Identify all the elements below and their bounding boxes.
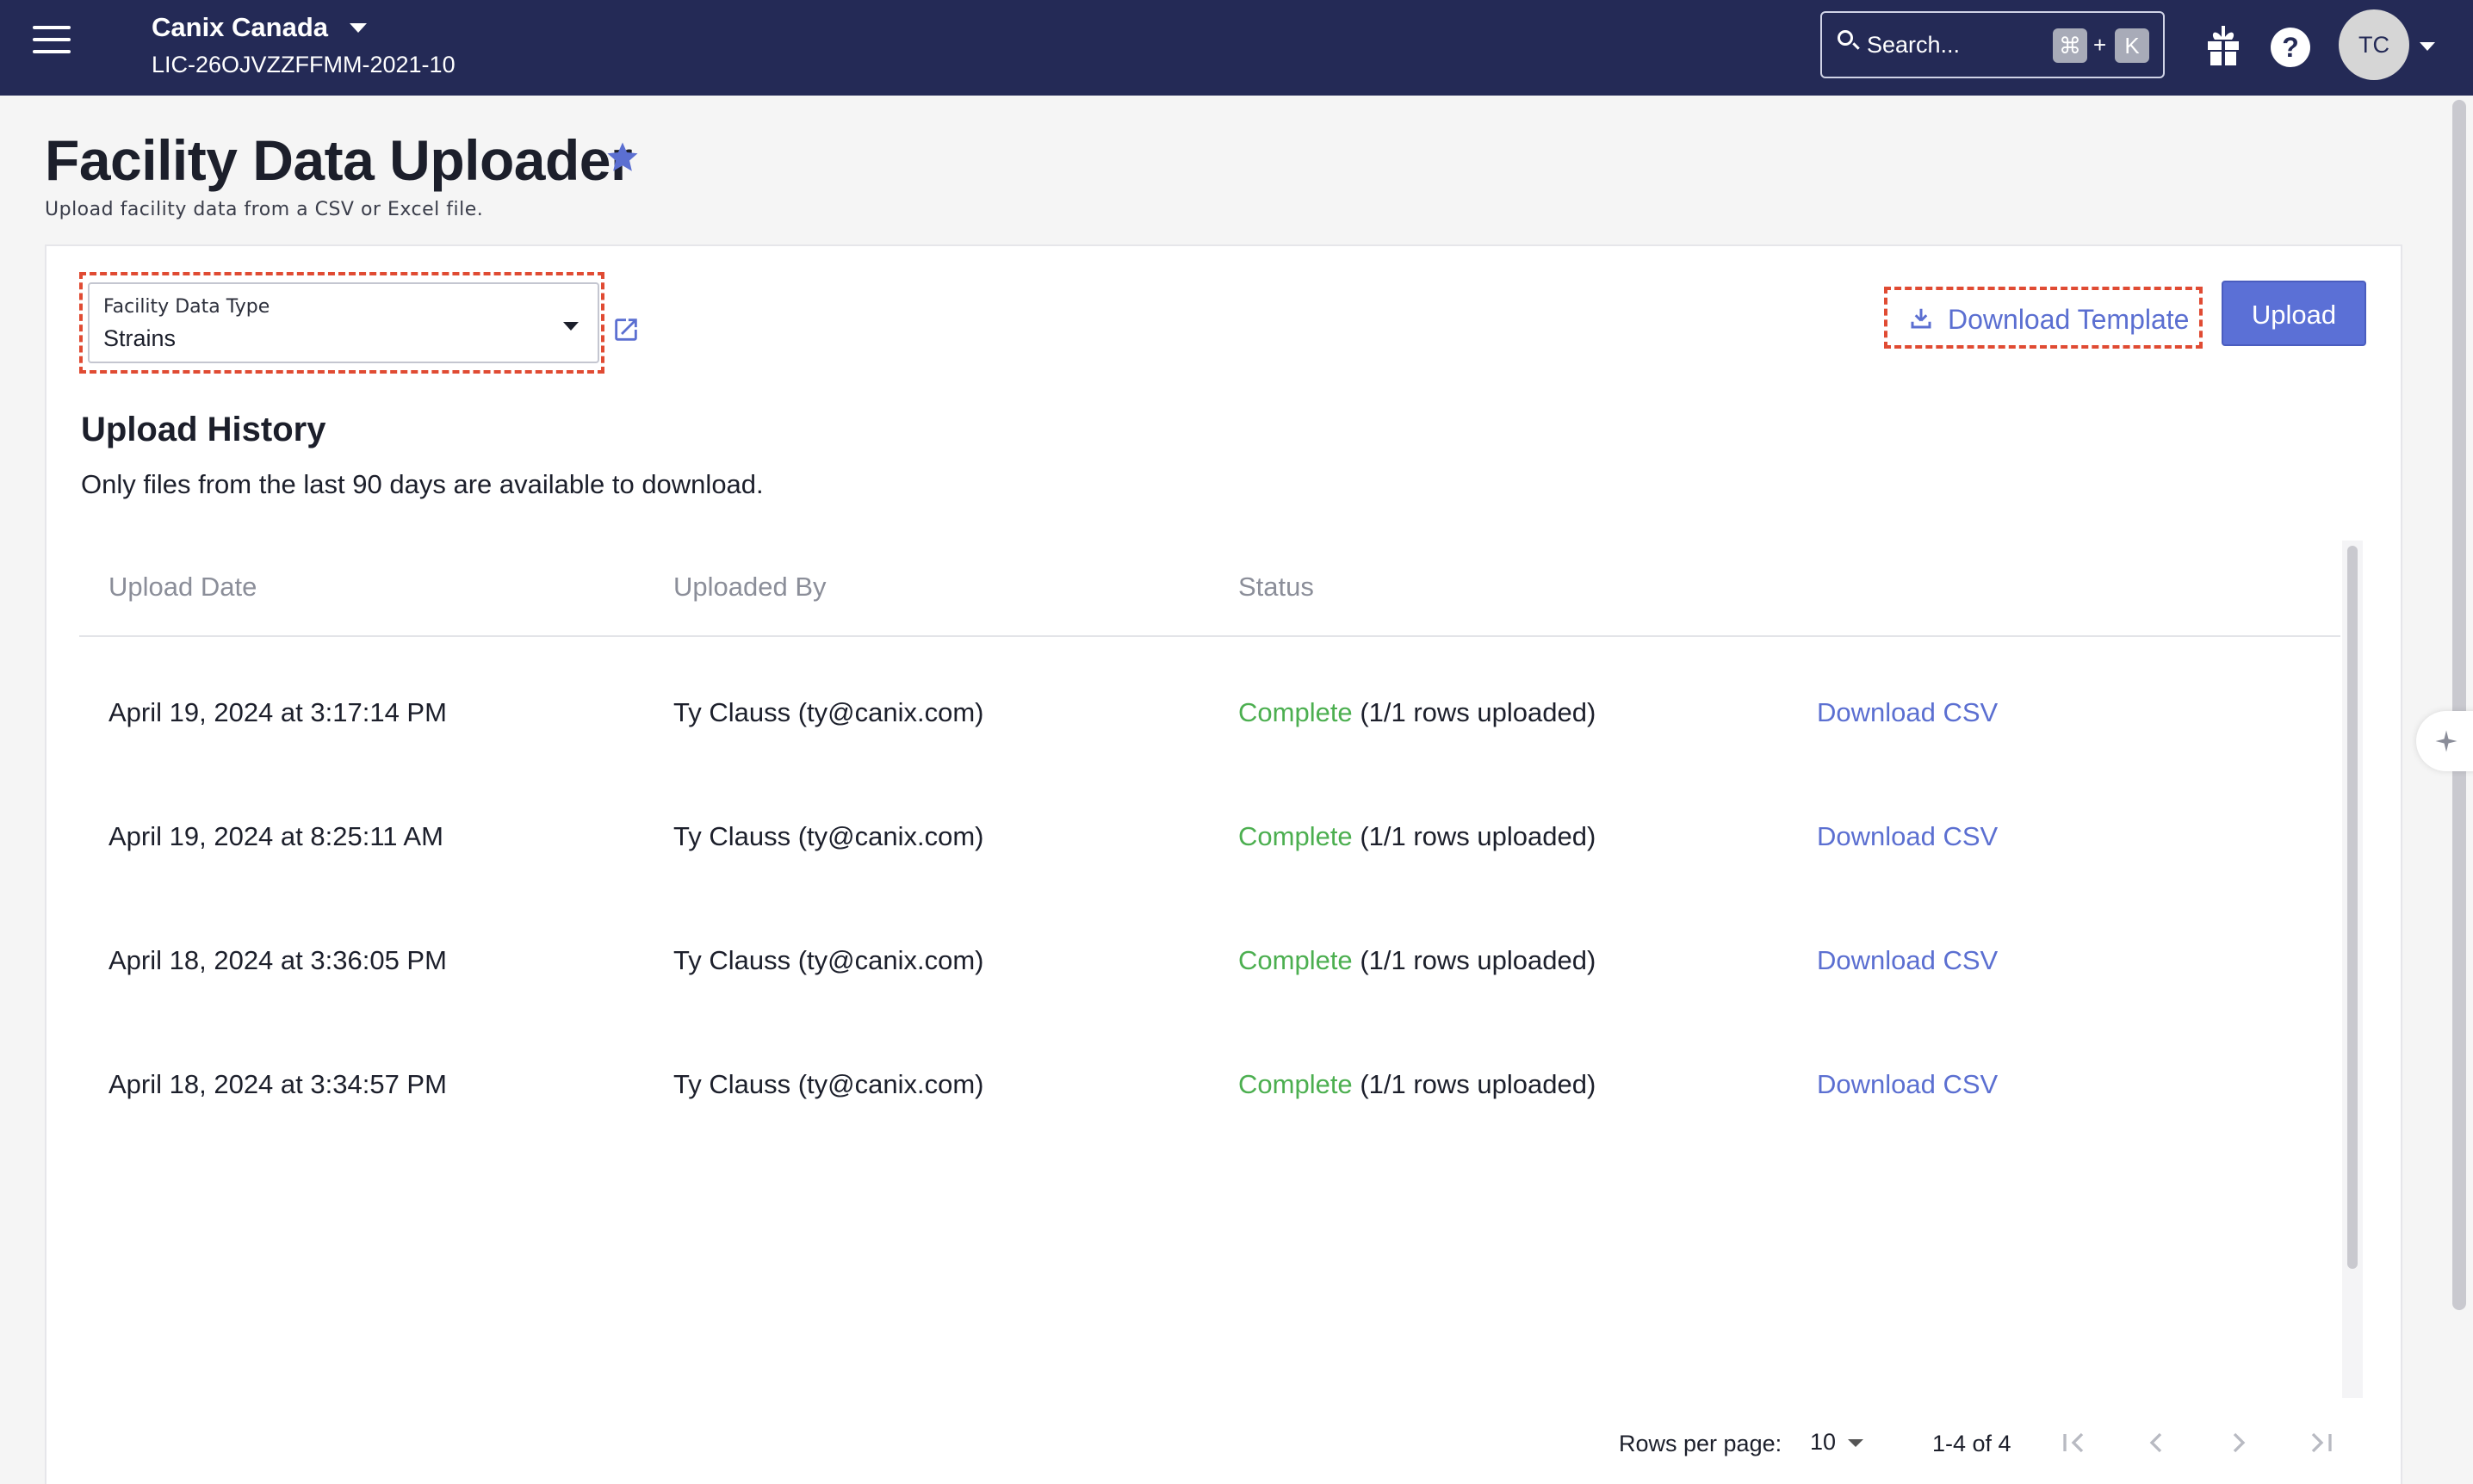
download-csv-link[interactable]: Download CSV: [1817, 945, 1998, 976]
status-badge: Complete: [1238, 697, 1353, 727]
uploaded-by-cell: Ty Clauss (ty@canix.com): [673, 697, 984, 727]
status-detail: (1/1 rows uploaded): [1360, 945, 1596, 975]
account-dropdown-icon[interactable]: [2420, 42, 2435, 51]
top-navigation-bar: Canix Canada LIC-26OJVZZFFMM-2021-10 Sea…: [0, 0, 2473, 96]
uploaded-by-cell: Ty Clauss (ty@canix.com): [673, 945, 984, 975]
upload-history-title: Upload History: [81, 411, 326, 448]
first-page-icon[interactable]: [2056, 1425, 2091, 1460]
download-csv-link[interactable]: Download CSV: [1817, 821, 1998, 852]
status-cell: Complete (1/1 rows uploaded): [1238, 945, 1596, 976]
next-page-icon[interactable]: [2222, 1425, 2256, 1460]
upload-history-note: Only files from the last 90 days are ava…: [81, 469, 764, 499]
status-cell: Complete (1/1 rows uploaded): [1238, 821, 1596, 852]
chevron-down-icon: [563, 322, 579, 331]
status-detail: (1/1 rows uploaded): [1360, 821, 1596, 851]
upload-date-cell: April 19, 2024 at 3:17:14 PM: [108, 697, 447, 727]
page-subtitle: Upload facility data from a CSV or Excel…: [45, 199, 484, 220]
organization-dropdown-icon[interactable]: [350, 23, 367, 33]
menu-icon[interactable]: [33, 26, 71, 57]
download-template-label: Download Template: [1948, 304, 2190, 335]
gift-icon[interactable]: [2204, 24, 2242, 67]
sparkle-icon: [2435, 730, 2458, 752]
search-input[interactable]: Search... ⌘ + K: [1820, 11, 2165, 78]
table-row: April 19, 2024 at 3:17:14 PM Ty Clauss (…: [79, 671, 2340, 795]
rows-per-page-value: 10: [1810, 1429, 1837, 1455]
column-header-upload-date[interactable]: Upload Date: [108, 572, 257, 603]
page-scrollbar[interactable]: [2452, 100, 2466, 1310]
upload-date-cell: April 19, 2024 at 8:25:11 AM: [108, 821, 443, 851]
upload-date-cell: April 18, 2024 at 3:34:57 PM: [108, 1069, 447, 1099]
ai-assistant-button[interactable]: [2416, 711, 2473, 771]
status-detail: (1/1 rows uploaded): [1360, 697, 1596, 727]
status-badge: Complete: [1238, 821, 1353, 851]
download-csv-link[interactable]: Download CSV: [1817, 1069, 1998, 1100]
shortcut-k-key: K: [2115, 28, 2149, 63]
favorite-star-icon[interactable]: [604, 139, 641, 176]
facility-data-type-highlight: Facility Data Type Strains: [79, 272, 604, 374]
table-row: April 18, 2024 at 3:34:57 PM Ty Clauss (…: [79, 1043, 2340, 1167]
shortcut-command-key: ⌘: [2053, 28, 2087, 63]
organization-name[interactable]: Canix Canada: [152, 12, 328, 43]
status-cell: Complete (1/1 rows uploaded): [1238, 697, 1596, 728]
download-template-highlight: Download Template: [1884, 287, 2203, 349]
open-in-new-icon[interactable]: [611, 315, 641, 344]
uploaded-by-cell: Ty Clauss (ty@canix.com): [673, 821, 984, 851]
upload-date-cell: April 18, 2024 at 3:36:05 PM: [108, 945, 447, 975]
chevron-down-icon: [1848, 1439, 1863, 1447]
page-title: Facility Data Uploader: [45, 128, 633, 192]
table-scrollbar[interactable]: [2342, 541, 2363, 1398]
table-row: April 18, 2024 at 3:36:05 PM Ty Clauss (…: [79, 919, 2340, 1043]
status-detail: (1/1 rows uploaded): [1360, 1069, 1596, 1099]
download-icon: [1911, 308, 1931, 329]
search-icon: [1838, 30, 1853, 46]
facility-data-type-select[interactable]: Facility Data Type Strains: [88, 282, 599, 363]
status-badge: Complete: [1238, 945, 1353, 975]
column-header-uploaded-by[interactable]: Uploaded By: [673, 572, 827, 603]
download-template-button[interactable]: Download Template: [1893, 294, 2194, 343]
status-cell: Complete (1/1 rows uploaded): [1238, 1069, 1596, 1100]
search-placeholder: Search...: [1867, 32, 1961, 58]
table-header-divider: [79, 635, 2340, 637]
shortcut-plus: +: [2093, 32, 2107, 58]
facility-data-type-label: Facility Data Type: [103, 296, 270, 318]
facility-data-type-value: Strains: [103, 325, 177, 351]
table-row: April 19, 2024 at 8:25:11 AM Ty Clauss (…: [79, 795, 2340, 919]
rows-per-page-select[interactable]: 10: [1808, 1425, 1874, 1460]
pagination-range: 1-4 of 4: [1932, 1431, 2011, 1456]
download-csv-link[interactable]: Download CSV: [1817, 697, 1998, 728]
table-scroll-thumb[interactable]: [2347, 546, 2358, 1269]
license-number: LIC-26OJVZZFFMM-2021-10: [152, 52, 456, 77]
column-header-status[interactable]: Status: [1238, 572, 1314, 603]
rows-per-page-label: Rows per page:: [1619, 1431, 1782, 1456]
uploaded-by-cell: Ty Clauss (ty@canix.com): [673, 1069, 984, 1099]
avatar[interactable]: TC: [2339, 9, 2409, 80]
upload-button[interactable]: Upload: [2222, 281, 2366, 346]
last-page-icon[interactable]: [2304, 1425, 2339, 1460]
previous-page-icon[interactable]: [2139, 1425, 2173, 1460]
status-badge: Complete: [1238, 1069, 1353, 1099]
help-icon[interactable]: ?: [2271, 28, 2310, 67]
